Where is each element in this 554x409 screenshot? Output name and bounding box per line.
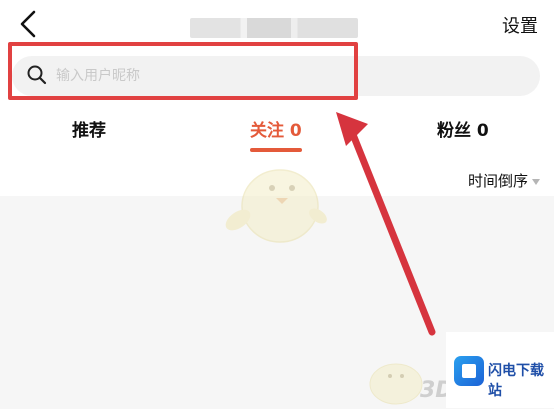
top-bar: 设置 — [0, 0, 554, 48]
mascot-watermark-icon — [225, 169, 327, 243]
sort-label: 时间倒序 — [467, 172, 528, 190]
tab-following[interactable]: 关注 0 — [250, 116, 302, 141]
site-logo-inner — [462, 364, 476, 378]
settings-button[interactable]: 设置 — [502, 12, 538, 38]
site-name: 闪电下载站 — [488, 363, 544, 399]
tab-recommend[interactable]: 推荐 — [72, 116, 106, 141]
tab-followers[interactable]: 粉丝 0 — [437, 116, 489, 141]
active-tab-indicator — [250, 148, 302, 152]
page-title-blurred — [190, 18, 358, 38]
sort-dropdown[interactable]: 时间倒序 — [468, 170, 540, 191]
chevron-down-icon — [532, 178, 540, 185]
search-highlight-box — [8, 42, 358, 100]
back-arrow-icon[interactable] — [14, 8, 42, 40]
